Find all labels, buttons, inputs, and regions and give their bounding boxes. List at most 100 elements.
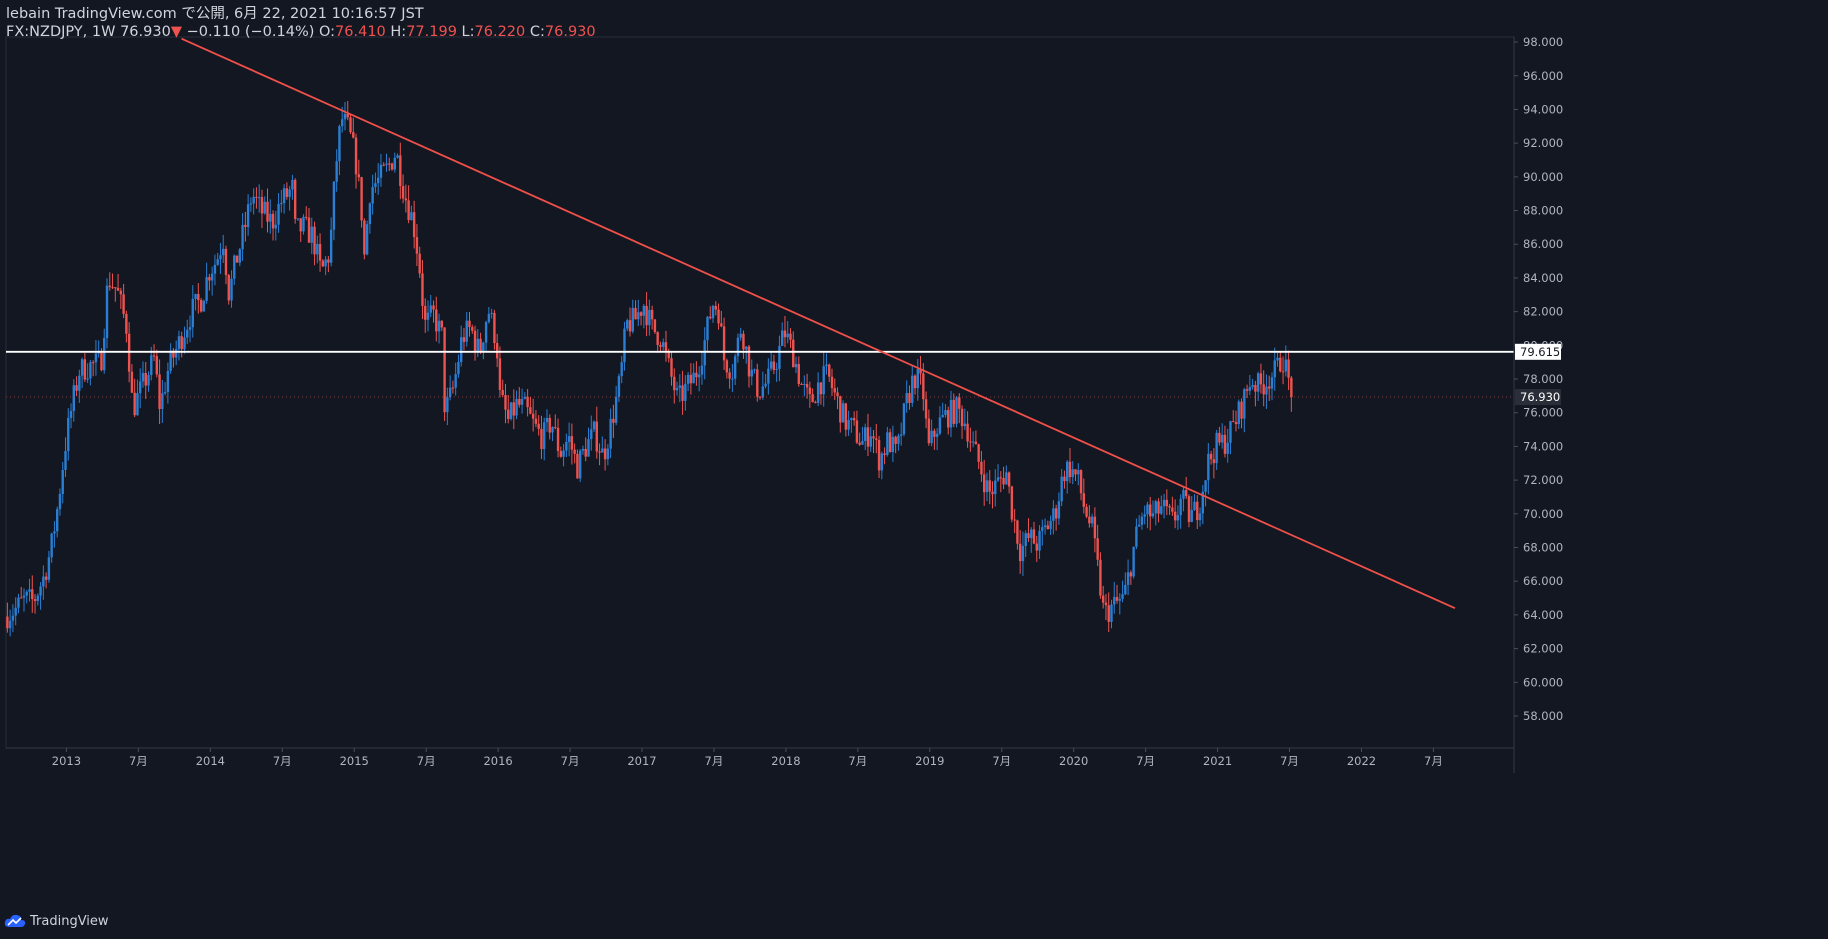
candle-body [548, 417, 551, 433]
candle-body [545, 417, 549, 423]
candle-body [792, 339, 795, 368]
candle-body [310, 226, 313, 243]
candle-body [91, 362, 95, 364]
candle-body [183, 337, 186, 350]
candle-body [662, 342, 665, 347]
candle-body [1218, 432, 1221, 443]
price-tick-label: 86.000 [1523, 237, 1563, 251]
candle-body [1290, 377, 1293, 398]
candle-body [551, 427, 554, 433]
candle-body [1035, 543, 1038, 551]
candle-body [36, 595, 40, 601]
candle-body [424, 305, 427, 320]
trend-line[interactable] [181, 37, 1456, 609]
candle-body [697, 374, 701, 378]
candle-body [1265, 386, 1268, 395]
candle-body [80, 359, 84, 376]
time-tick-label: 2016 [483, 754, 512, 768]
candle-body [50, 533, 53, 558]
candle-body [141, 372, 145, 382]
candle-body [451, 387, 455, 389]
candle-body [540, 428, 543, 450]
candle-body [482, 342, 485, 353]
candle-body [966, 423, 969, 442]
candle-body [385, 163, 388, 166]
candle-body [933, 430, 936, 437]
candle-body [512, 402, 515, 416]
candle-body [758, 396, 762, 398]
candle-body [197, 294, 200, 301]
candle-body [1176, 515, 1180, 521]
candle-body [1187, 496, 1191, 522]
candle-body [852, 417, 856, 421]
candle-body [216, 259, 219, 265]
candle-body [1124, 584, 1127, 595]
candle-body [1126, 572, 1130, 585]
candle-body [803, 383, 806, 385]
candle-body [913, 375, 917, 389]
candle-body [139, 381, 142, 394]
candle-body [772, 361, 776, 370]
price-tick-label: 88.000 [1523, 204, 1563, 218]
candle-body [769, 361, 773, 369]
candle-body [465, 320, 468, 342]
candle-body [861, 440, 864, 445]
candle-body [360, 177, 363, 221]
candle-body [1063, 476, 1066, 482]
candle-body [296, 218, 300, 220]
candle-body [44, 576, 48, 580]
candle-body [1190, 510, 1193, 522]
candle-body [1146, 504, 1149, 515]
candle-body [1068, 461, 1072, 478]
candle-body [833, 388, 836, 393]
candle-body [971, 441, 975, 443]
candle-body [479, 338, 482, 353]
candle-body [39, 586, 42, 596]
candle-body [1041, 527, 1044, 531]
candle-body [1237, 401, 1240, 425]
last-price: 76.930 [120, 24, 171, 40]
candle-body [578, 450, 582, 479]
candle-body [471, 327, 474, 331]
candle-body [161, 393, 164, 409]
time-tick-label: 2020 [1059, 754, 1088, 768]
candle-body [891, 436, 895, 453]
candle-body [100, 351, 103, 371]
candle-body [518, 398, 521, 405]
candle-body [764, 383, 767, 387]
candle-body [1107, 605, 1110, 622]
candle-body [808, 387, 812, 395]
price-chart[interactable]: 98.000 96.000 94.000 92.000 90.000 88.000 86.0… [0, 0, 1828, 939]
candle-body [911, 375, 914, 403]
price-tick-label: 78.000 [1523, 372, 1563, 386]
symbol-label[interactable]: FX:NZDJPY, 1W [6, 24, 115, 40]
time-axis[interactable]: 2013 7月 2014 7月 2015 7月 2016 7月 2017 7月 2018 7月 2019… [6, 747, 1514, 768]
candle-body [255, 196, 258, 198]
time-tick-label: 2021 [1203, 754, 1232, 768]
candle-body [349, 117, 352, 133]
candle-body [11, 615, 15, 621]
candle-body [152, 355, 156, 357]
price-tick-label: 64.000 [1523, 608, 1563, 622]
candle-body [1027, 533, 1030, 539]
candle-body [382, 164, 385, 166]
tradingview-logo[interactable]: TradingView [4, 912, 109, 930]
candle-body [454, 374, 457, 388]
candle-body [293, 179, 297, 219]
candle-body [902, 403, 906, 435]
candle-body [437, 320, 441, 332]
candle-body [996, 477, 1000, 481]
candle-body [753, 369, 756, 371]
candle-body [313, 226, 316, 255]
candle-body [235, 255, 239, 263]
candle-body [731, 378, 734, 380]
candle-body [988, 480, 991, 492]
candle-body [924, 399, 928, 419]
candle-body [335, 161, 338, 182]
candle-body [180, 336, 183, 350]
candle-body [341, 119, 344, 127]
candle-body [343, 113, 347, 120]
candle-body [866, 427, 870, 447]
candle-body [883, 453, 886, 455]
candle-body [495, 343, 499, 359]
